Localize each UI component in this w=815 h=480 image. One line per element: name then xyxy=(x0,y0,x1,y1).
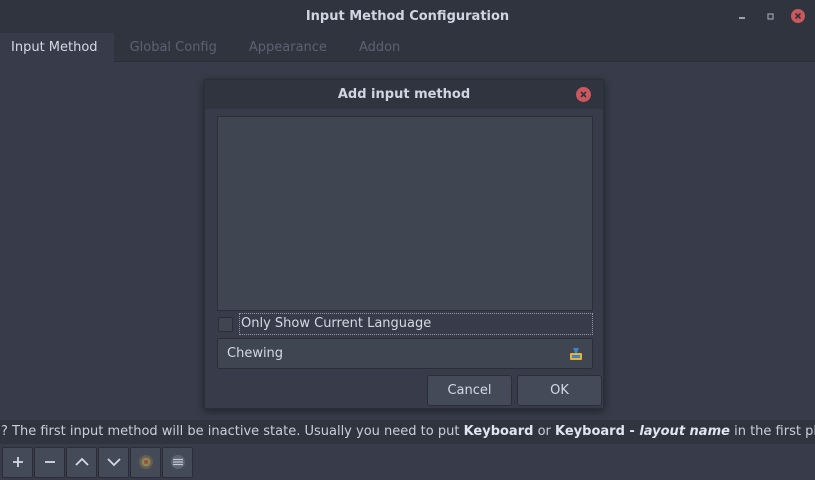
minimize-icon[interactable] xyxy=(735,9,749,23)
remove-button[interactable] xyxy=(34,446,65,478)
minus-icon xyxy=(44,461,55,463)
configure-icon xyxy=(138,455,153,469)
plus-icon xyxy=(12,457,23,467)
dialog-close-icon[interactable] xyxy=(576,87,591,102)
available-input-method-list[interactable] xyxy=(217,116,593,311)
hint-prefix: ? The first input method will be inactiv… xyxy=(1,424,464,439)
cancel-button[interactable]: Cancel xyxy=(427,375,512,406)
keyboard-layout-button[interactable] xyxy=(162,446,193,478)
tab-appearance[interactable]: Appearance xyxy=(233,33,343,62)
restore-icon[interactable] xyxy=(763,9,777,23)
only-current-language-label[interactable]: Only Show Current Language xyxy=(239,313,593,335)
hint-layout-name: layout name xyxy=(639,424,730,439)
chevron-up-icon xyxy=(74,457,89,466)
tab-input-method[interactable]: Input Method xyxy=(0,33,114,62)
hint-middle: or xyxy=(533,424,556,439)
chevron-down-icon xyxy=(106,458,121,467)
window-titlebar: Input Method Configuration xyxy=(0,0,815,33)
only-current-language-row[interactable]: Only Show Current Language xyxy=(218,313,593,335)
only-current-language-checkbox[interactable] xyxy=(218,316,233,332)
move-down-button[interactable] xyxy=(98,446,129,478)
search-input[interactable]: Chewing xyxy=(217,338,593,369)
close-icon[interactable] xyxy=(791,9,805,23)
dialog-titlebar: Add input method xyxy=(205,80,603,109)
dialog-title: Add input method xyxy=(337,87,471,102)
tab-addon[interactable]: Addon xyxy=(343,33,416,62)
keyboard-icon xyxy=(170,455,185,469)
add-button[interactable] xyxy=(2,446,33,478)
add-input-method-dialog: Add input method Only Show Current Langu… xyxy=(204,79,604,409)
hint-keyboard-layout: Keyboard - xyxy=(555,424,640,439)
hint-text: ? The first input method will be inactiv… xyxy=(0,420,815,444)
configure-button[interactable] xyxy=(130,446,161,478)
window-title: Input Method Configuration xyxy=(305,9,510,24)
hint-suffix: in the first place. xyxy=(734,424,815,439)
clear-icon[interactable] xyxy=(568,346,584,362)
bottom-toolbar xyxy=(0,444,815,480)
tab-global-config[interactable]: Global Config xyxy=(114,33,233,62)
hint-keyboard: Keyboard xyxy=(463,424,534,439)
window-controls xyxy=(735,9,805,23)
search-value: Chewing xyxy=(227,346,284,361)
ok-button[interactable]: OK xyxy=(517,375,602,406)
tab-bar: Input Method Global Config Appearance Ad… xyxy=(0,33,815,62)
move-up-button[interactable] xyxy=(66,446,97,478)
